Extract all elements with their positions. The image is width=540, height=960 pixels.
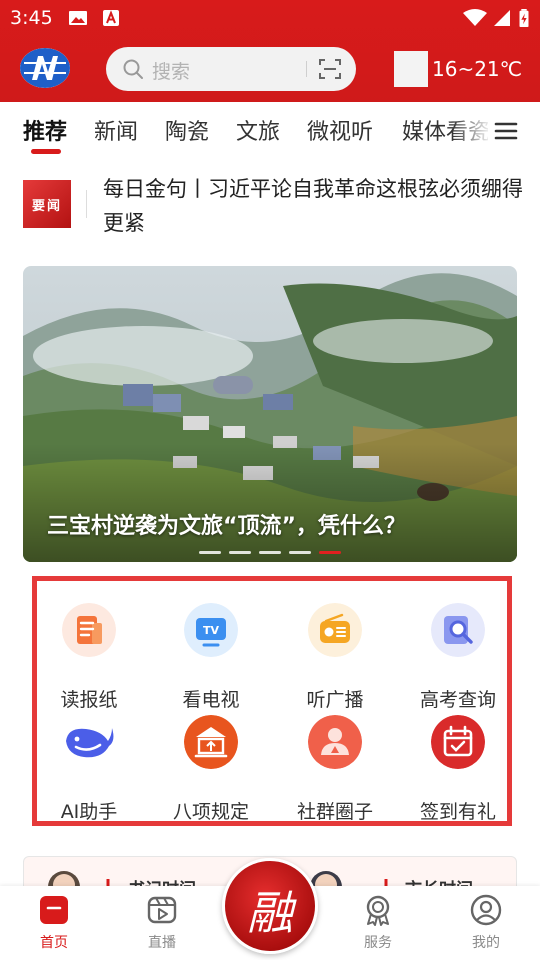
nav-profile[interactable]: 我的 bbox=[446, 886, 526, 960]
photo-notification-icon bbox=[69, 11, 87, 25]
calendar-check-icon bbox=[431, 715, 485, 769]
quick-access-grid: 读报纸 TV 看电视 听广播 高考查询 AI助手 八项规定 社群圈子 签到有礼 bbox=[32, 576, 512, 826]
nav-service[interactable]: 服务 bbox=[338, 886, 418, 960]
grid-item-listen-radio[interactable]: 听广播 bbox=[280, 593, 390, 711]
tab-recommend[interactable]: 推荐 bbox=[23, 114, 67, 146]
tab-micro-video[interactable]: 微视听 bbox=[307, 114, 373, 146]
nav-label: 直播 bbox=[148, 935, 176, 951]
search-icon bbox=[123, 59, 143, 79]
home-icon bbox=[40, 896, 68, 924]
nav-home[interactable]: 首页 bbox=[14, 886, 94, 960]
menu-icon[interactable] bbox=[494, 119, 518, 143]
nav-label: 服务 bbox=[364, 935, 392, 951]
carousel-dot[interactable] bbox=[259, 551, 281, 554]
grid-label: AI助手 bbox=[60, 801, 118, 823]
person-icon bbox=[308, 715, 362, 769]
wifi-icon bbox=[463, 9, 487, 26]
grid-item-read-newspaper[interactable]: 读报纸 bbox=[34, 593, 144, 711]
scan-icon[interactable] bbox=[318, 58, 342, 80]
building-icon bbox=[184, 715, 238, 769]
nav-label: 首页 bbox=[40, 935, 68, 951]
service-icon bbox=[366, 895, 390, 926]
carousel-dot[interactable] bbox=[289, 551, 311, 554]
logo-icon bbox=[20, 48, 70, 88]
rong-icon: 融 bbox=[247, 886, 293, 940]
tab-fade bbox=[452, 102, 492, 158]
tab-news[interactable]: 新闻 bbox=[94, 114, 138, 146]
category-tabs: 推荐 新闻 陶瓷 文旅 微视听 媒体看瓷 bbox=[0, 102, 540, 160]
banner-carousel[interactable]: 三宝村逆袭为文旅“顶流”，凭什么？ bbox=[23, 266, 517, 562]
tab-ceramics[interactable]: 陶瓷 bbox=[165, 114, 209, 146]
live-icon bbox=[147, 896, 177, 924]
headline-title: 每日金句丨习近平论自我革命这根弦必须绷得更紧 bbox=[103, 177, 523, 235]
grid-item-community[interactable]: 社群圈子 bbox=[280, 705, 390, 823]
grid-item-eight-rules[interactable]: 八项规定 bbox=[156, 705, 266, 823]
search-doc-icon bbox=[431, 603, 485, 657]
weather-icon[interactable] bbox=[394, 51, 428, 87]
nav-label: 我的 bbox=[472, 935, 500, 951]
app-notification-icon bbox=[103, 10, 119, 26]
search-divider bbox=[306, 61, 307, 77]
app-logo[interactable] bbox=[20, 48, 70, 88]
profile-icon bbox=[470, 894, 502, 926]
grid-item-check-in[interactable]: 签到有礼 bbox=[403, 705, 513, 823]
app-root: 3:45 搜索 16~21℃ 推荐 新闻 陶瓷 文旅 微视听 媒体看瓷 要闻 每… bbox=[0, 0, 540, 960]
grid-item-exam-query[interactable]: 高考查询 bbox=[403, 593, 513, 711]
carousel-dot[interactable] bbox=[229, 551, 251, 554]
status-bar: 3:45 bbox=[0, 0, 540, 36]
important-news-badge: 要闻 bbox=[23, 180, 71, 228]
grid-label: 社群圈子 bbox=[296, 801, 373, 823]
weather-temperature[interactable]: 16~21℃ bbox=[432, 57, 522, 81]
grid-item-watch-tv[interactable]: TV 看电视 bbox=[156, 593, 266, 711]
status-time: 3:45 bbox=[10, 7, 53, 29]
grid-label: 八项规定 bbox=[172, 801, 249, 823]
carousel-dot-active[interactable] bbox=[319, 551, 341, 554]
whale-icon bbox=[66, 728, 114, 758]
battery-icon bbox=[519, 9, 529, 27]
svg-text:TV: TV bbox=[203, 624, 220, 637]
signal-icon bbox=[494, 10, 510, 26]
banner-title: 三宝村逆袭为文旅“顶流”，凭什么？ bbox=[47, 514, 406, 539]
rong-media-button[interactable]: 融 bbox=[222, 858, 318, 954]
headline-divider bbox=[86, 190, 87, 218]
nav-live[interactable]: 直播 bbox=[122, 886, 202, 960]
carousel-dot[interactable] bbox=[199, 551, 221, 554]
tv-icon: TV bbox=[184, 603, 238, 657]
active-tab-indicator bbox=[31, 149, 61, 154]
grid-item-ai-assistant[interactable]: AI助手 bbox=[34, 705, 144, 823]
headline-news[interactable]: 要闻 每日金句丨习近平论自我革命这根弦必须绷得更紧 bbox=[0, 170, 540, 242]
top-bar: 搜索 16~21℃ bbox=[0, 40, 540, 98]
search-placeholder: 搜索 bbox=[152, 61, 191, 83]
tab-culture-tourism[interactable]: 文旅 bbox=[236, 114, 280, 146]
grid-label: 签到有礼 bbox=[419, 801, 496, 823]
radio-icon bbox=[308, 603, 362, 657]
newspaper-icon bbox=[62, 603, 116, 657]
search-bar[interactable]: 搜索 bbox=[106, 47, 356, 91]
